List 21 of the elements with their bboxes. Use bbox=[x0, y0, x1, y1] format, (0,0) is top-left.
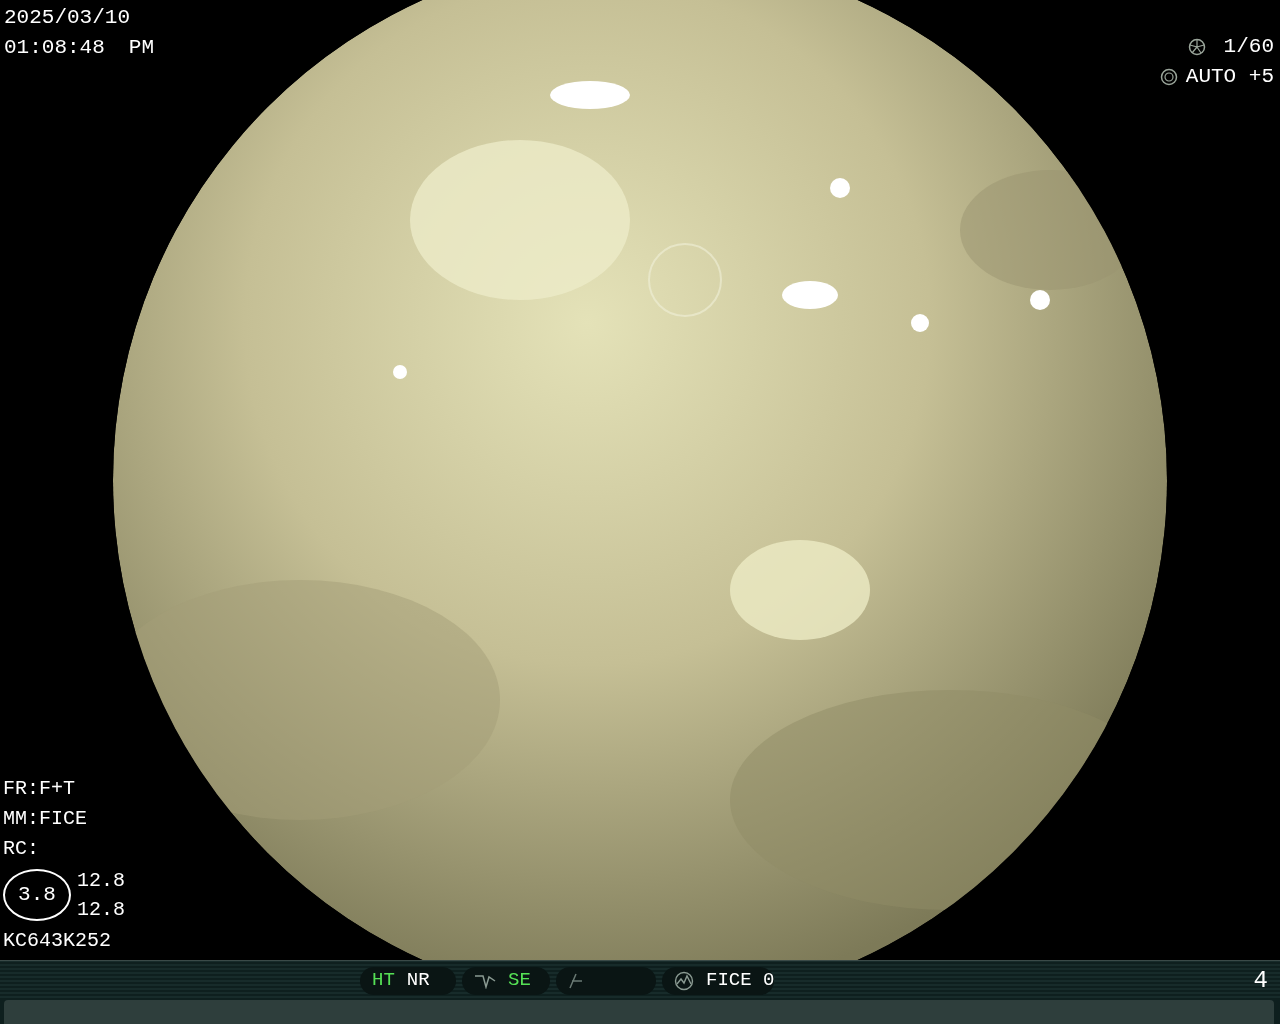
iris-mode-text: AUTO +5 bbox=[1185, 64, 1274, 90]
shutter-speed-text: 1/60 bbox=[1223, 34, 1274, 60]
gauge-reading: 12.8 bbox=[77, 868, 125, 894]
iris-icon bbox=[1159, 68, 1178, 86]
setting-text: MM:FICE bbox=[3, 806, 88, 832]
page-number: 4 bbox=[1253, 965, 1268, 996]
meridiem-text: PM bbox=[128, 35, 155, 61]
status-label: NR bbox=[406, 968, 430, 994]
time-text: 01:08:48 bbox=[4, 35, 105, 61]
status-label: SE bbox=[508, 968, 531, 994]
aperture-icon bbox=[1187, 38, 1206, 56]
status-label: HT bbox=[372, 968, 395, 994]
curve-icon bbox=[474, 972, 496, 989]
gauge-reading: 12.8 bbox=[77, 897, 125, 923]
setting-text: FR:F+T bbox=[3, 776, 76, 802]
scope-id-text: KC643K252 bbox=[3, 928, 113, 954]
status-label: FICE 0 bbox=[706, 968, 775, 994]
zoom-gauge: 3.8 bbox=[3, 869, 71, 921]
date-text: 2025/03/10 bbox=[4, 5, 132, 31]
setting-text: RC: bbox=[3, 836, 40, 862]
wave-icon bbox=[674, 970, 694, 991]
